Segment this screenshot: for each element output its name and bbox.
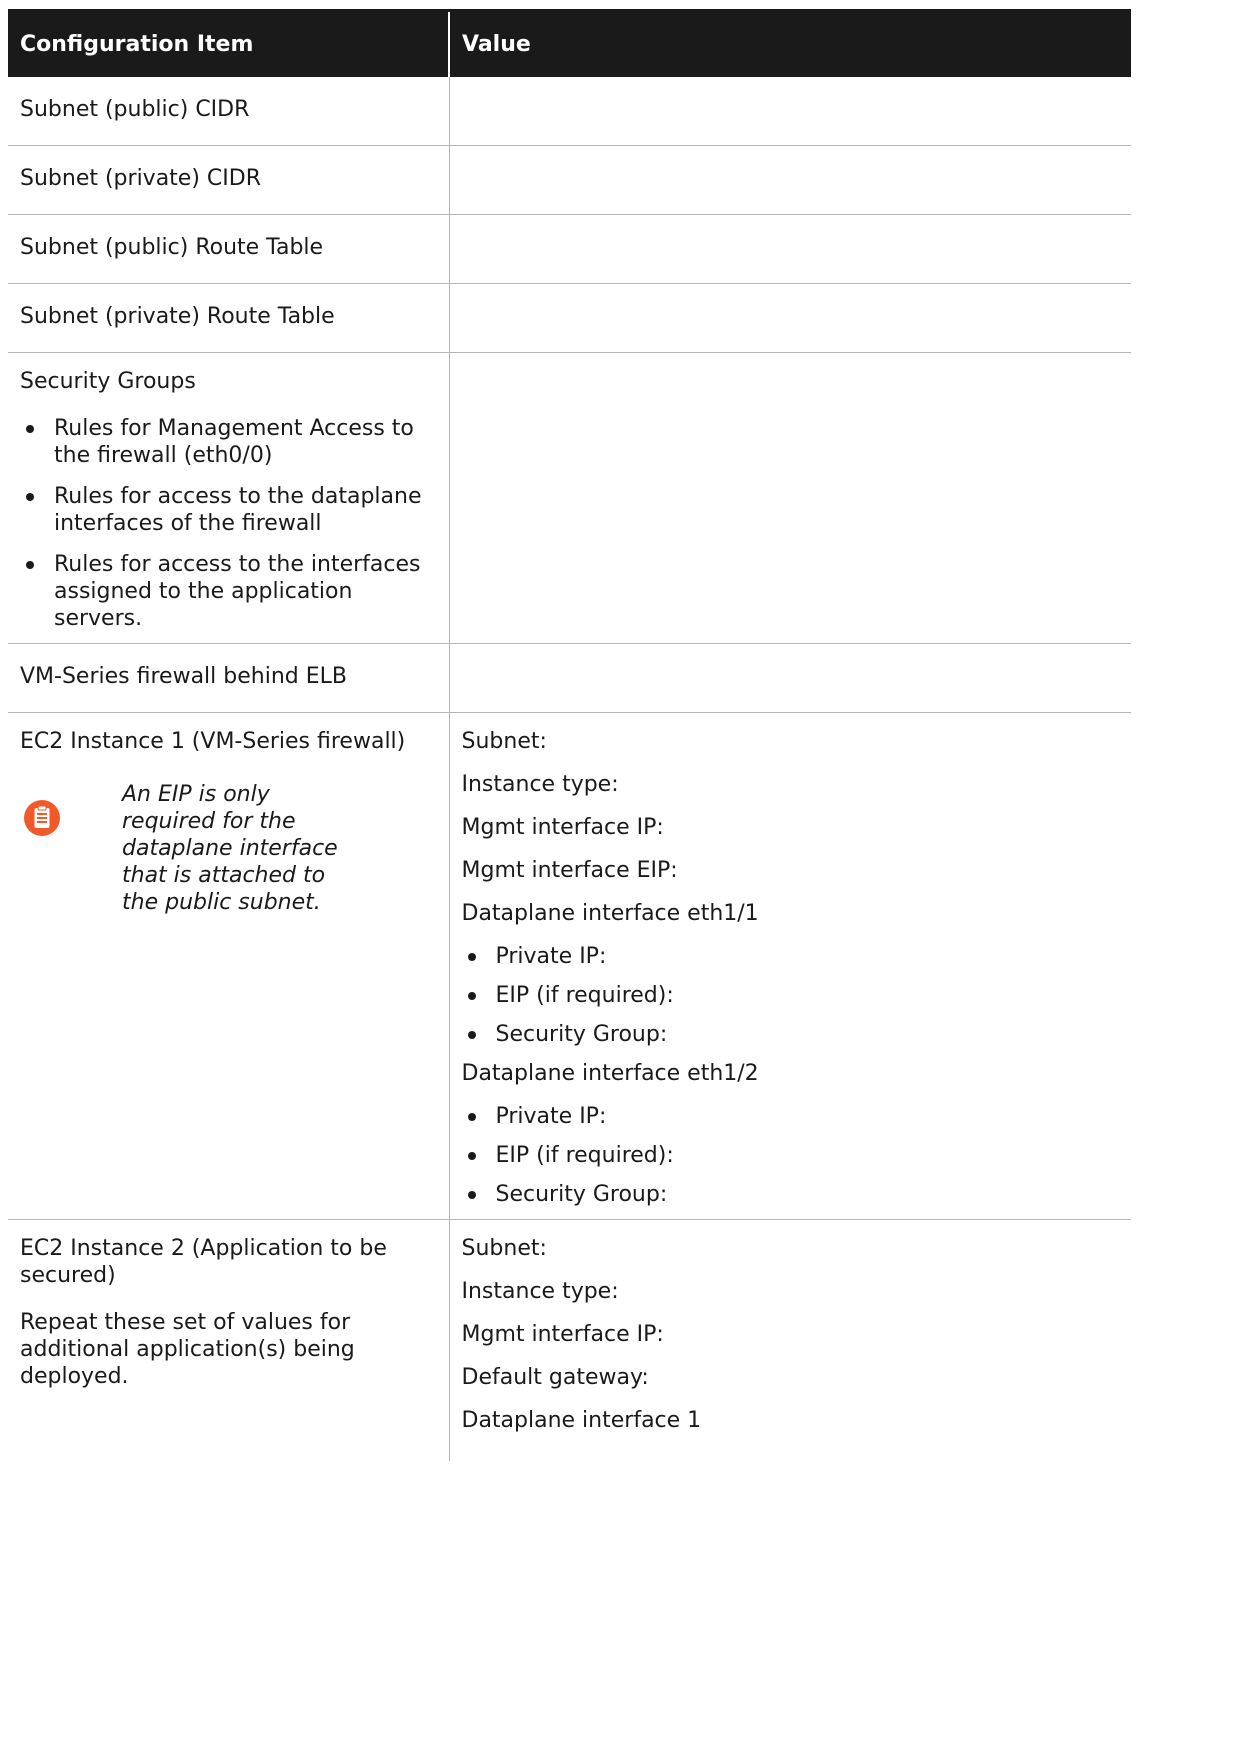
list-item: EIP (if required): (462, 982, 1120, 1009)
item-cell: Subnet (private) Route Table (8, 283, 450, 353)
table-row: Security Groups Rules for Management Acc… (8, 352, 1131, 644)
security-groups-title: Security Groups (20, 369, 196, 394)
value-label: Dataplane interface eth1/2 (461, 1061, 759, 1086)
value-cell (449, 77, 1131, 146)
list-item: Private IP: (462, 1103, 1120, 1130)
value-label: Instance type: (461, 772, 619, 797)
table-row: EC2 Instance 1 (VM-Series firewall) An E… (8, 712, 1131, 1220)
table-header-row: Configuration Item Value (8, 12, 1131, 77)
note-icon (24, 800, 60, 836)
table-row: Subnet (private) CIDR (8, 145, 1131, 215)
value-cell: Subnet: Instance type: Mgmt interface IP… (449, 712, 1131, 1220)
table-row: EC2 Instance 2 (Application to be secure… (8, 1219, 1131, 1462)
value-label: Default gateway: (461, 1365, 649, 1390)
bullet-icon (467, 953, 476, 961)
value-label: Instance type: (461, 1279, 619, 1304)
list-item: Security Group: (462, 1021, 1120, 1048)
value-cell (449, 283, 1131, 353)
list-item: Rules for Management Access to the firew… (20, 415, 437, 469)
item-cell: EC2 Instance 2 (Application to be secure… (8, 1219, 450, 1461)
ec2-instance-1-title: EC2 Instance 1 (VM-Series firewall) (20, 729, 406, 754)
bullet-icon (467, 992, 476, 1000)
item-cell: EC2 Instance 1 (VM-Series firewall) An E… (8, 712, 450, 1220)
ec2-instance-2-description: Repeat these set of values for additiona… (20, 1310, 355, 1389)
table-row: Subnet (public) CIDR (8, 77, 1131, 146)
item-cell: Security Groups Rules for Management Acc… (8, 352, 450, 644)
eth1-1-list: Private IP: EIP (if required): Security … (462, 943, 1120, 1048)
bullet-icon (26, 561, 34, 569)
item-cell: Subnet (private) CIDR (8, 145, 450, 215)
list-item: Private IP: (462, 943, 1120, 970)
value-label: Mgmt interface IP: (461, 815, 664, 840)
list-item: Rules for access to the interfaces assig… (20, 551, 437, 632)
item-cell: Subnet (public) Route Table (8, 214, 450, 284)
header-value: Value (449, 12, 1131, 77)
list-item: Security Group: (462, 1181, 1120, 1208)
bullet-icon (467, 1031, 476, 1039)
list-item: Rules for access to the dataplane interf… (20, 483, 437, 537)
item-cell: Subnet (public) CIDR (8, 77, 450, 146)
value-cell (449, 145, 1131, 215)
bullet-icon (26, 493, 34, 501)
table-row: VM-Series firewall behind ELB (8, 643, 1131, 713)
value-label: Subnet: (461, 729, 547, 754)
value-cell (449, 214, 1131, 284)
document-page: Configuration Item Value Subnet (public)… (8, 0, 1131, 1742)
item-cell: VM-Series firewall behind ELB (8, 643, 450, 713)
header-configuration-item: Configuration Item (8, 12, 450, 77)
value-cell (449, 643, 1131, 713)
ec2-instance-2-title: EC2 Instance 2 (Application to be secure… (20, 1236, 387, 1288)
value-cell: Subnet: Instance type: Mgmt interface IP… (449, 1220, 1131, 1462)
configuration-table: Configuration Item Value Subnet (public)… (8, 12, 1131, 1461)
security-groups-list: Rules for Management Access to the firew… (20, 415, 437, 632)
value-label: Mgmt interface EIP: (461, 858, 678, 883)
eth1-2-list: Private IP: EIP (if required): Security … (462, 1103, 1120, 1208)
value-label: Dataplane interface eth1/1 (461, 901, 759, 926)
bullet-icon (467, 1152, 476, 1160)
bullet-icon (467, 1191, 476, 1199)
bullet-icon (26, 425, 34, 433)
note-text: An EIP is only required for the dataplan… (122, 782, 338, 915)
bullet-icon (467, 1113, 476, 1121)
value-label: Subnet: (461, 1236, 547, 1261)
value-cell (449, 352, 1131, 644)
note-callout: An EIP is only required for the dataplan… (20, 781, 352, 916)
table-row: Subnet (public) Route Table (8, 214, 1131, 284)
value-label: Mgmt interface IP: (461, 1322, 664, 1347)
list-item: EIP (if required): (462, 1142, 1120, 1169)
table-row: Subnet (private) Route Table (8, 283, 1131, 353)
value-label: Dataplane interface 1 (461, 1408, 702, 1433)
